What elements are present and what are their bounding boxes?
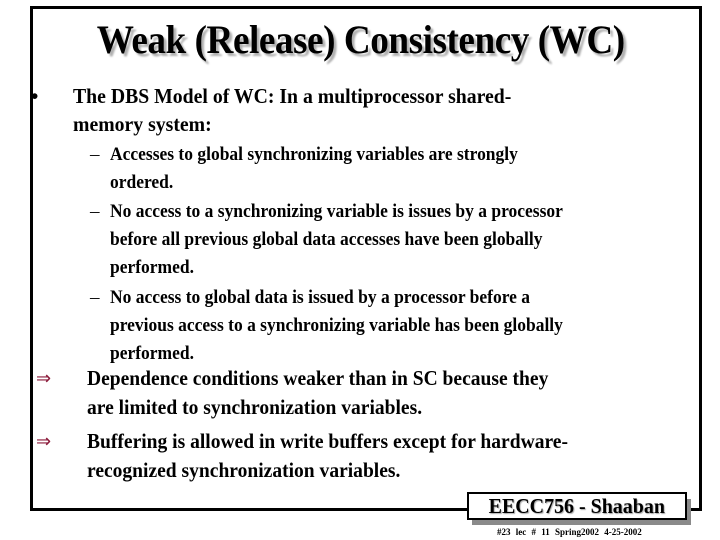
dash-icon: – [90, 287, 100, 308]
course-label-box: EECC756 - Shaaban [467, 492, 687, 520]
implies-arrow-icon: ⇒ [36, 368, 52, 389]
implication-line: recognized synchronization variables. [87, 458, 401, 482]
sub-bullet-line: performed. [110, 257, 194, 278]
implication-bullet: ⇒ Dependence conditions weaker than in S… [36, 364, 696, 422]
sub-bullet-line: No access to a synchronizing variable is… [110, 201, 563, 222]
slide-footnote: #23 lec # 11 Spring2002 4-25-2002 [497, 527, 642, 537]
dash-icon: – [90, 144, 100, 165]
course-label: EECC756 - Shaaban [488, 494, 666, 518]
sub-bullet-line: Accesses to global synchronizing variabl… [110, 144, 518, 165]
sub-bullet-line: ordered. [110, 172, 174, 193]
sub-bullet-line: before all previous global data accesses… [110, 229, 543, 250]
main-bullet-line-2: memory system: [73, 112, 212, 136]
main-bullet-line-1: The DBS Model of WC: In a multiprocessor… [73, 84, 512, 108]
dash-icon: – [90, 201, 100, 222]
implication-line: Buffering is allowed in write buffers ex… [87, 429, 568, 453]
sub-bullet: – No access to global data is issued by … [90, 284, 710, 368]
sub-bullet-line: No access to global data is issued by a … [110, 287, 531, 308]
implication-line: Dependence conditions weaker than in SC … [87, 366, 549, 390]
sub-bullet-line: previous access to a synchronizing varia… [110, 315, 563, 336]
bullet-icon: • [31, 84, 39, 108]
sub-bullet: – No access to a synchronizing variable … [90, 198, 710, 282]
main-bullet: • The DBS Model of WC: In a multiprocess… [31, 82, 671, 138]
implication-bullet: ⇒ Buffering is allowed in write buffers … [36, 427, 696, 485]
sub-bullet: – Accesses to global synchronizing varia… [90, 141, 710, 197]
slide-body: • The DBS Model of WC: In a multiprocess… [0, 0, 720, 540]
implication-line: are limited to synchronization variables… [87, 395, 423, 419]
implies-arrow-icon: ⇒ [36, 431, 52, 452]
